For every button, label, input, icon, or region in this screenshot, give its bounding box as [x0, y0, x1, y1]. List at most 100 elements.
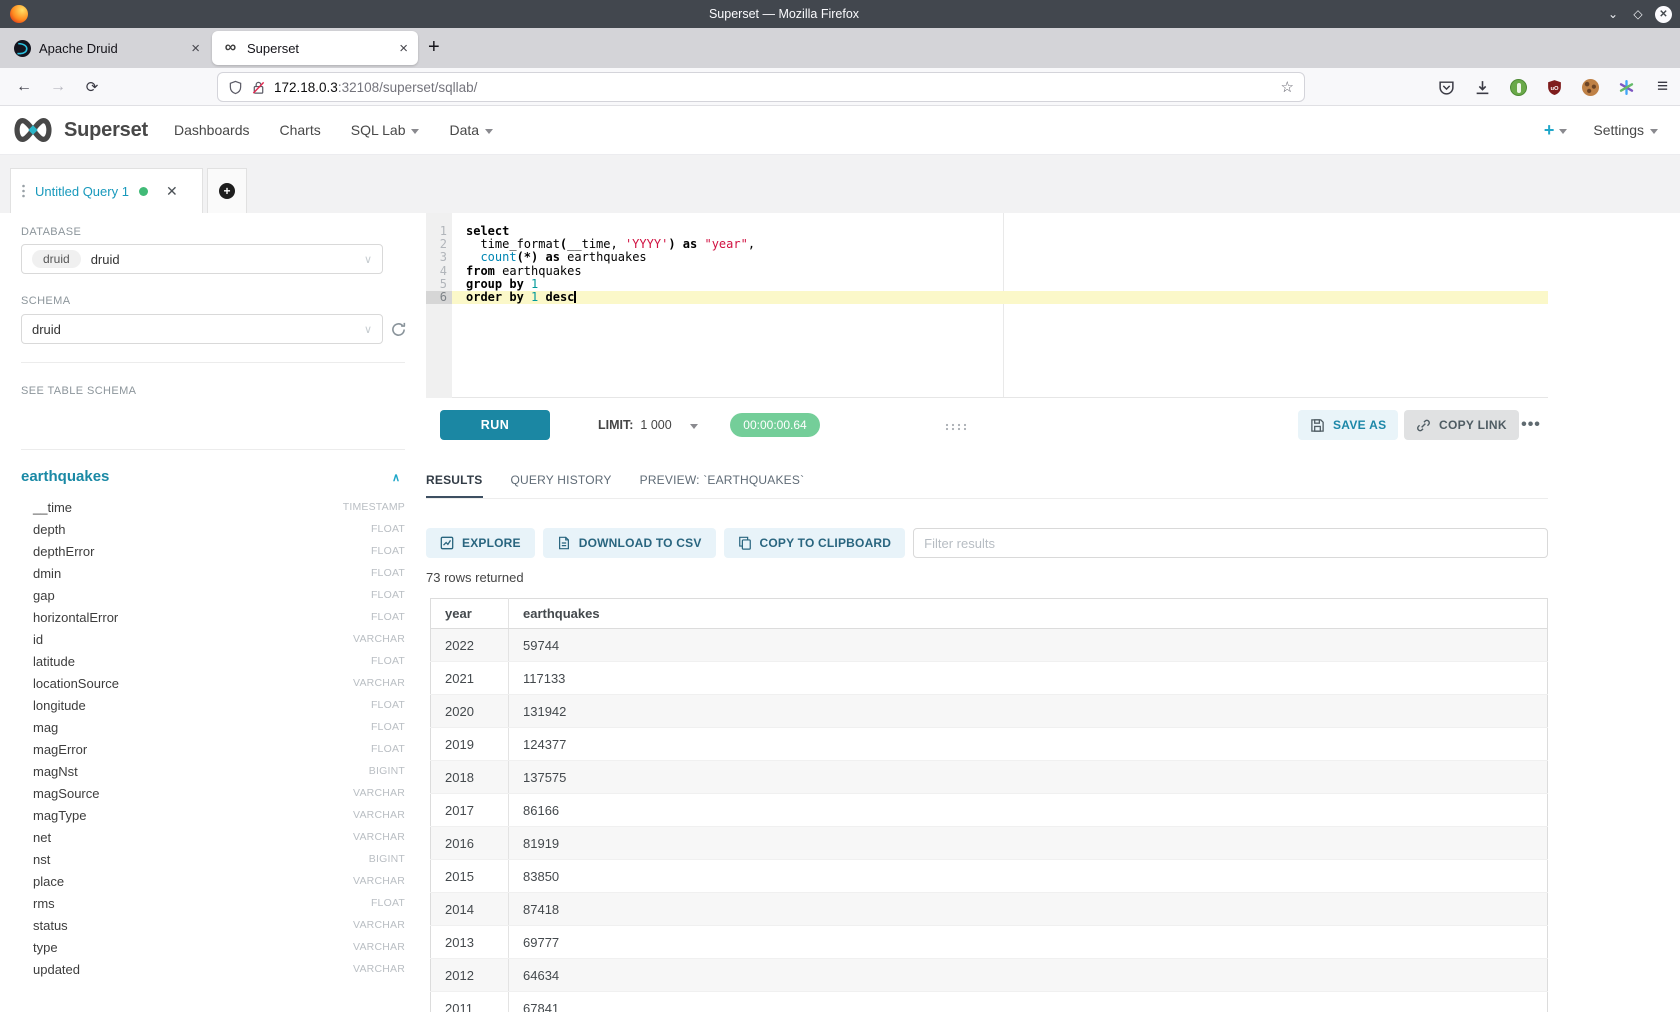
insecure-lock-icon[interactable] — [251, 80, 266, 95]
table-name-heading[interactable]: earthquakes — [21, 468, 109, 485]
chevron-down-icon — [690, 424, 698, 429]
download-csv-button[interactable]: DOWNLOAD TO CSV — [543, 528, 716, 558]
table-cell: 2021 — [431, 662, 509, 695]
schema-column-row[interactable]: nstBIGINT — [21, 848, 405, 870]
refresh-schemas-icon[interactable] — [390, 321, 407, 338]
table-cell: 83850 — [509, 860, 1548, 893]
table-row: 201264634 — [431, 959, 1548, 992]
schema-column-row[interactable]: netVARCHAR — [21, 826, 405, 848]
column-header-earthquakes[interactable]: earthquakes — [509, 599, 1548, 629]
url-bar[interactable]: 172.18.0.3 :32108/superset/sqllab/ ☆ — [217, 72, 1305, 102]
tab-title: Superset — [247, 41, 393, 56]
downloads-icon[interactable] — [1473, 78, 1492, 97]
browser-tab-apache-druid[interactable]: Apache Druid × — [4, 31, 210, 65]
schema-column-row[interactable]: depthFLOAT — [21, 518, 405, 540]
database-select[interactable]: druid druid ∨ — [21, 244, 383, 274]
bookmark-star-icon[interactable]: ☆ — [1281, 78, 1294, 96]
copy-to-clipboard-button[interactable]: COPY TO CLIPBOARD — [724, 528, 906, 558]
schema-column-row[interactable]: locationSourceVARCHAR — [21, 672, 405, 694]
ublock-shield-icon[interactable]: uO — [1545, 78, 1564, 97]
column-type: FLOAT — [371, 611, 405, 623]
schema-column-row[interactable]: gapFLOAT — [21, 584, 405, 606]
column-type: FLOAT — [371, 523, 405, 535]
new-tab-button[interactable]: + — [428, 36, 440, 59]
tab-query-history[interactable]: QUERY HISTORY — [511, 465, 612, 498]
column-name: magType — [21, 808, 86, 823]
chevron-down-icon — [1559, 129, 1567, 134]
column-type: FLOAT — [371, 655, 405, 667]
window-minimize-icon[interactable]: ⌄ — [1605, 7, 1621, 21]
query-tab-untitled[interactable]: Untitled Query 1 ✕ — [10, 168, 203, 213]
superset-logo[interactable]: Superset — [10, 116, 148, 144]
collapse-table-chevron-icon[interactable]: ∧ — [392, 471, 400, 484]
explore-button[interactable]: EXPLORE — [426, 528, 535, 558]
reload-button[interactable]: ⟳ — [80, 68, 104, 106]
window-maximize-icon[interactable]: ◇ — [1630, 7, 1646, 21]
schema-column-row[interactable]: typeVARCHAR — [21, 936, 405, 958]
shield-icon[interactable] — [228, 80, 243, 95]
filter-results-input[interactable] — [913, 528, 1548, 558]
sql-editor[interactable]: select time_format(__time, 'YYYY') as "y… — [452, 213, 1548, 398]
schema-column-row[interactable]: updatedVARCHAR — [21, 958, 405, 980]
schema-column-row[interactable]: statusVARCHAR — [21, 914, 405, 936]
file-icon — [557, 536, 571, 550]
column-type: BIGINT — [369, 853, 405, 865]
settings-menu[interactable]: Settings — [1593, 122, 1658, 138]
schema-column-row[interactable]: dminFLOAT — [21, 562, 405, 584]
schema-column-row[interactable]: latitudeFLOAT — [21, 650, 405, 672]
back-button[interactable]: ← — [12, 68, 36, 106]
schema-column-row[interactable]: placeVARCHAR — [21, 870, 405, 892]
drag-handle-icon[interactable] — [21, 183, 26, 199]
column-type: VARCHAR — [353, 941, 405, 953]
add-query-tab-button[interactable]: + — [207, 168, 247, 213]
browser-tab-superset[interactable]: ∞ Superset × — [212, 31, 418, 65]
schema-column-row[interactable]: longitudeFLOAT — [21, 694, 405, 716]
schema-column-row[interactable]: magNstBIGINT — [21, 760, 405, 782]
schema-column-row[interactable]: magTypeVARCHAR — [21, 804, 405, 826]
tab-close-icon[interactable]: × — [191, 40, 200, 57]
table-row: 2018137575 — [431, 761, 1548, 794]
pinwheel-extension-icon[interactable] — [1617, 78, 1636, 97]
new-item-button[interactable]: + — [1544, 120, 1568, 141]
superset-navbar: Superset Dashboards Charts SQL Lab Data … — [0, 106, 1680, 155]
schema-column-row[interactable]: depthErrorFLOAT — [21, 540, 405, 562]
query-tab-close-icon[interactable]: ✕ — [166, 183, 178, 200]
window-close-button[interactable]: ✕ — [1655, 6, 1672, 23]
gutter-line-number: 3 — [426, 251, 452, 264]
table-cell: 2011 — [431, 992, 509, 1012]
results-table-wrap: year earthquakes 20225974420211171332020… — [430, 598, 1548, 1012]
tab-close-icon[interactable]: × — [399, 40, 408, 57]
schema-column-row[interactable]: horizontalErrorFLOAT — [21, 606, 405, 628]
table-row: 201369777 — [431, 926, 1548, 959]
run-button[interactable]: RUN — [440, 410, 550, 440]
row-count-text: 73 rows returned — [426, 570, 524, 585]
resize-handle[interactable] — [944, 418, 968, 436]
schema-column-row[interactable]: magFLOAT — [21, 716, 405, 738]
cookie-extension-icon[interactable] — [1581, 78, 1600, 97]
schema-column-row[interactable]: idVARCHAR — [21, 628, 405, 650]
save-as-button[interactable]: SAVE AS — [1298, 410, 1398, 440]
query-tab-title: Untitled Query 1 — [35, 184, 129, 199]
limit-dropdown[interactable]: LIMIT: 1 000 — [598, 410, 698, 440]
tab-preview-earthquakes[interactable]: PREVIEW: `EARTHQUAKES` — [640, 465, 805, 498]
chevron-down-icon — [411, 129, 419, 134]
schema-column-row[interactable]: rmsFLOAT — [21, 892, 405, 914]
nav-item-charts[interactable]: Charts — [280, 122, 321, 138]
nav-item-sql-lab[interactable]: SQL Lab — [351, 122, 420, 138]
schema-select[interactable]: druid ∨ — [21, 314, 383, 344]
schema-column-row[interactable]: __timeTIMESTAMP — [21, 496, 405, 518]
copy-link-button[interactable]: COPY LINK — [1404, 410, 1519, 440]
privacy-extension-icon[interactable] — [1509, 78, 1528, 97]
schema-column-row[interactable]: magErrorFLOAT — [21, 738, 405, 760]
column-header-year[interactable]: year — [431, 599, 509, 629]
table-row: 201487418 — [431, 893, 1548, 926]
column-name: id — [21, 632, 43, 647]
more-actions-button[interactable]: ••• — [1516, 410, 1546, 440]
nav-item-dashboards[interactable]: Dashboards — [174, 122, 250, 138]
tab-results[interactable]: RESULTS — [426, 465, 483, 498]
forward-button[interactable]: → — [46, 68, 70, 106]
nav-item-data[interactable]: Data — [449, 122, 493, 138]
hamburger-menu-icon[interactable]: ≡ — [1653, 78, 1672, 97]
schema-column-row[interactable]: magSourceVARCHAR — [21, 782, 405, 804]
pocket-icon[interactable] — [1437, 78, 1456, 97]
